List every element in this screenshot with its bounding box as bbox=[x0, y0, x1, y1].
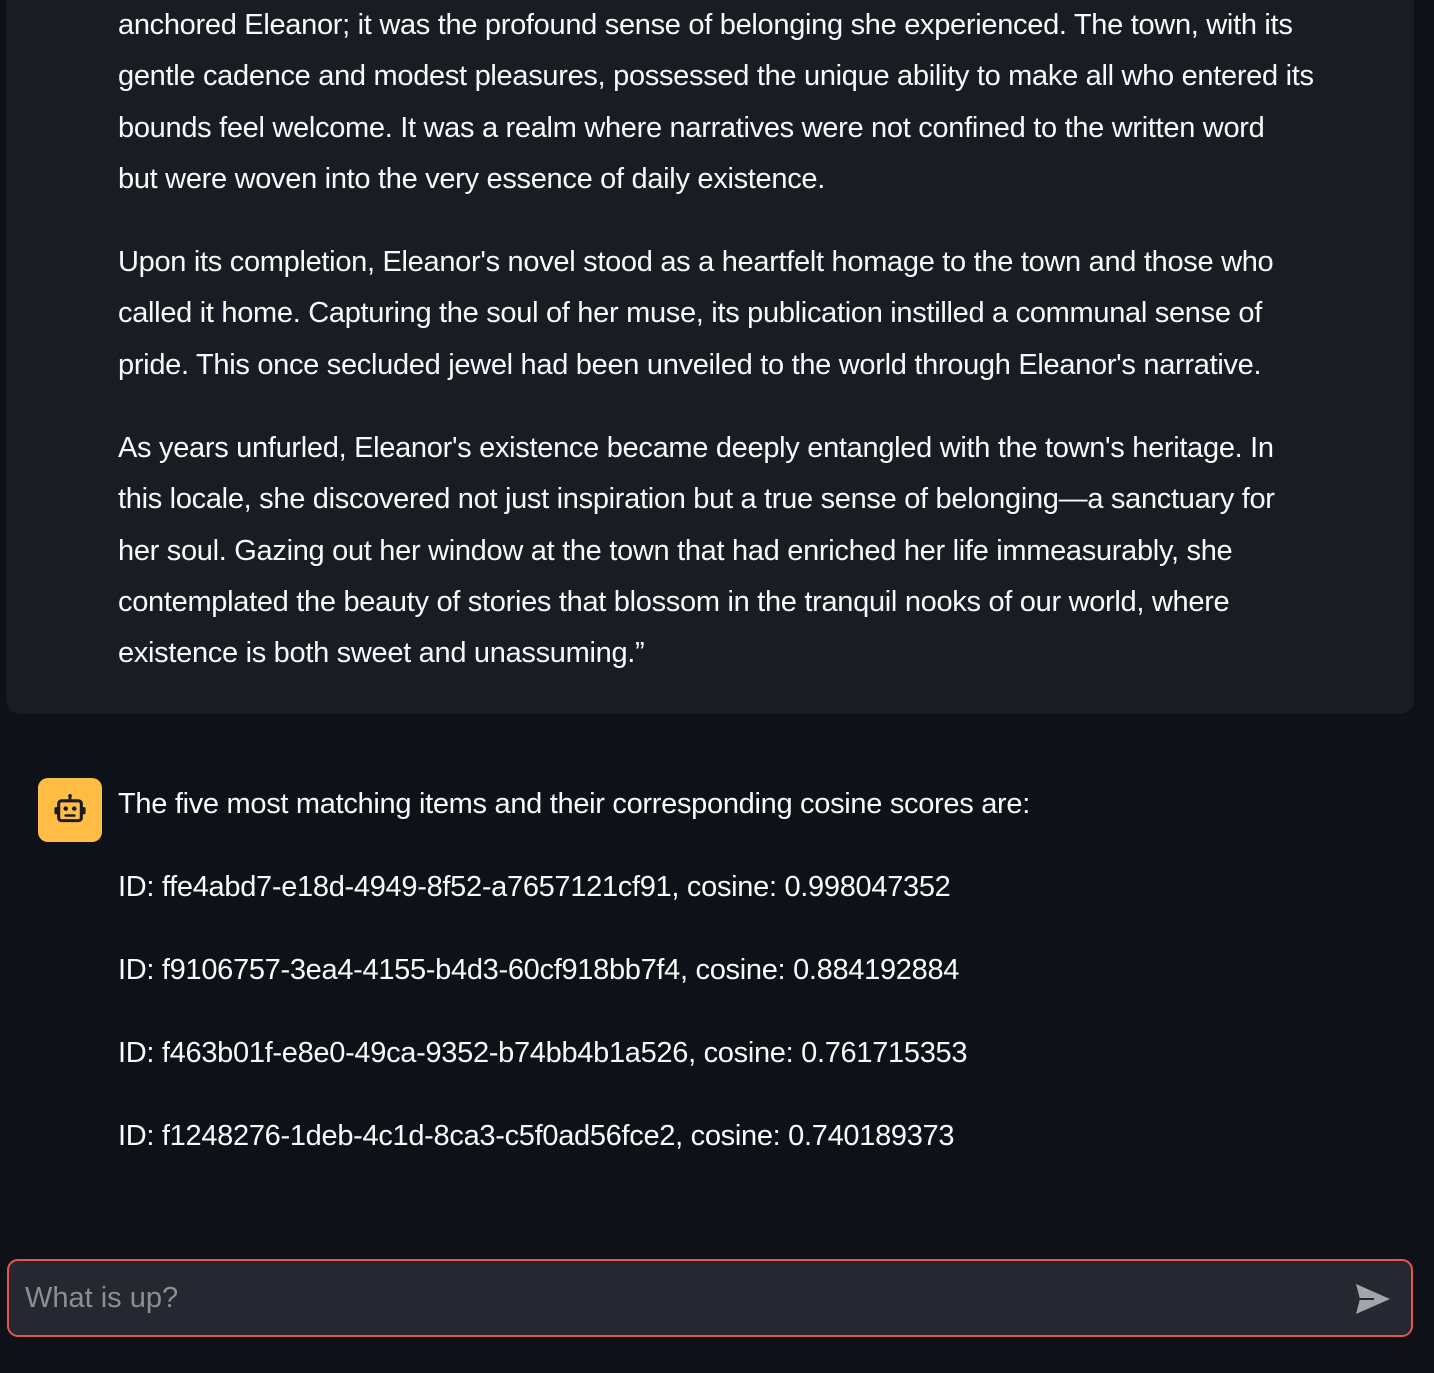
chat-input[interactable] bbox=[9, 1261, 1329, 1335]
user-message-body: anchored Eleanor; it was the profound se… bbox=[118, 0, 1388, 712]
user-paragraph-2: Upon its completion, Eleanor's novel sto… bbox=[118, 237, 1388, 391]
text-line: existence is both sweet and unassuming.” bbox=[118, 637, 645, 670]
text-line: her soul. Gazing out her window at the t… bbox=[118, 534, 1233, 567]
text-line: this locale, she discovered not just ins… bbox=[118, 483, 1275, 516]
chat-input-container bbox=[7, 1259, 1413, 1337]
result-item: ID: f1248276-1deb-4c1d-8ca3-c5f0ad56fce2… bbox=[118, 1120, 955, 1152]
assistant-avatar bbox=[38, 778, 102, 842]
text-line: pride. This once secluded jewel had been… bbox=[118, 348, 1262, 381]
assistant-intro: The five most matching items and their c… bbox=[118, 788, 1030, 820]
send-icon bbox=[1356, 1284, 1390, 1314]
user-paragraph-1: anchored Eleanor; it was the profound se… bbox=[118, 0, 1388, 205]
results-list: ID: ffe4abd7-e18d-4949-8f52-a7657121cf91… bbox=[118, 865, 1408, 1158]
result-item: ID: f9106757-3ea4-4155-b4d3-60cf918bb7f4… bbox=[118, 954, 960, 986]
text-line: gentle cadence and modest pleasures, pos… bbox=[118, 60, 1314, 93]
result-item: ID: f463b01f-e8e0-49ca-9352-b74bb4b1a526… bbox=[118, 1037, 968, 1069]
chat-page: anchored Eleanor; it was the profound se… bbox=[0, 0, 1434, 1373]
text-line: Upon its completion, Eleanor's novel sto… bbox=[118, 246, 1274, 279]
user-paragraph-3: As years unfurled, Eleanor's existence b… bbox=[118, 423, 1388, 679]
text-line: but were woven into the very essence of … bbox=[118, 162, 825, 195]
result-item: ID: ffe4abd7-e18d-4949-8f52-a7657121cf91… bbox=[118, 871, 951, 903]
user-message: anchored Eleanor; it was the profound se… bbox=[6, 0, 1414, 714]
text-line: bounds feel welcome. It was a realm wher… bbox=[118, 111, 1265, 144]
robot-icon bbox=[54, 793, 86, 823]
text-line: contemplated the beauty of stories that … bbox=[118, 585, 1230, 618]
text-line: anchored Eleanor; it was the profound se… bbox=[118, 9, 1293, 41]
text-line: called it home. Capturing the soul of he… bbox=[118, 297, 1262, 330]
send-button[interactable] bbox=[1353, 1279, 1393, 1319]
text-line: As years unfurled, Eleanor's existence b… bbox=[118, 432, 1274, 465]
assistant-message-body: The five most matching items and their c… bbox=[118, 782, 1408, 1197]
